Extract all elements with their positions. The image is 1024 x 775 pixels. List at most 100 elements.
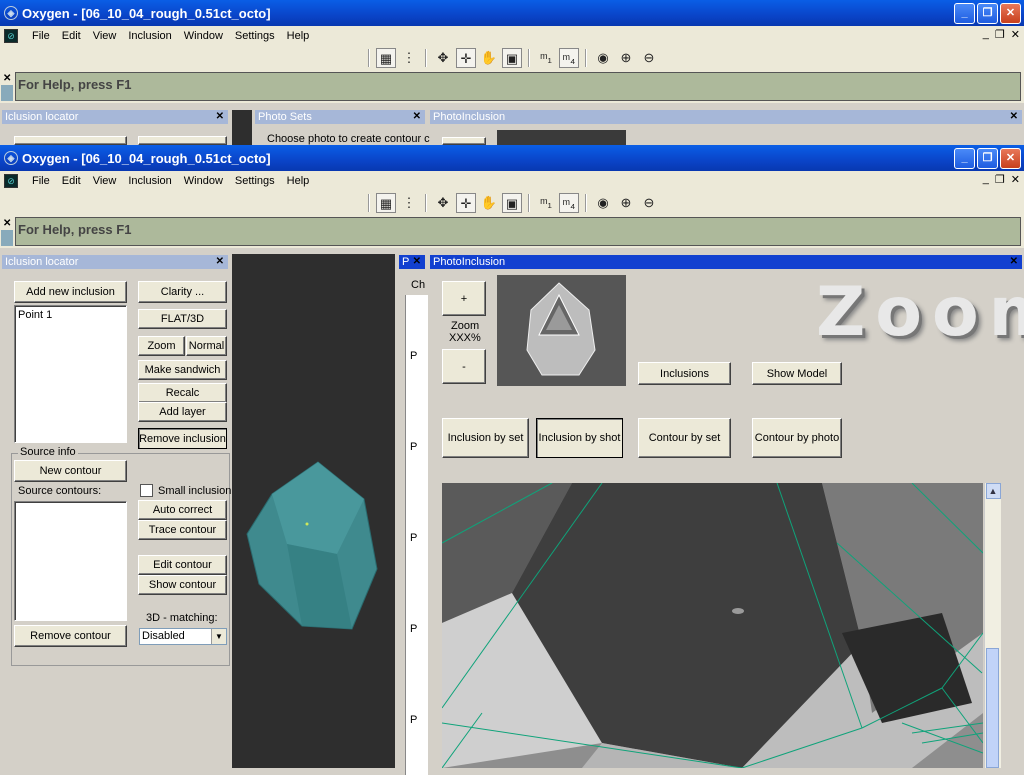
matching-select[interactable]: Disabled ▼ bbox=[139, 628, 227, 645]
contour-by-photo-button[interactable]: Contour by photo bbox=[752, 418, 842, 458]
zoom-in-icon[interactable]: ⊕ bbox=[616, 48, 636, 68]
show-model-button[interactable]: Show Model bbox=[752, 362, 842, 385]
close-icon[interactable]: ✕ bbox=[3, 73, 11, 84]
move-icon[interactable]: ✥ bbox=[433, 48, 453, 68]
measure-1-icon[interactable]: ᵐ₁ bbox=[536, 193, 556, 213]
close-icon[interactable]: ✕ bbox=[3, 218, 11, 229]
dots-icon[interactable]: ⋮ bbox=[399, 48, 419, 68]
add-layer-button[interactable]: Add layer bbox=[138, 402, 227, 422]
add-new-inclusion-button[interactable] bbox=[14, 136, 127, 145]
document-icon[interactable]: ⊘ bbox=[4, 28, 18, 43]
make-sandwich-button[interactable]: Make sandwich bbox=[138, 360, 227, 380]
inclusion-list[interactable]: Point 1 bbox=[14, 305, 127, 443]
close-icon[interactable]: ✕ bbox=[413, 110, 421, 124]
hand-icon[interactable]: ✋ bbox=[479, 193, 499, 213]
zoom-plus-button[interactable]: + bbox=[442, 281, 486, 316]
move-icon[interactable]: ✥ bbox=[433, 193, 453, 213]
remove-inclusion-button[interactable]: Remove inclusion bbox=[138, 428, 227, 449]
side-tab[interactable] bbox=[1, 85, 13, 101]
move-axis-icon[interactable]: ✛ bbox=[456, 193, 476, 213]
small-inclusion-checkbox[interactable] bbox=[140, 484, 153, 497]
show-contour-button[interactable]: Show contour bbox=[138, 575, 227, 595]
side-tab[interactable] bbox=[1, 230, 13, 246]
mdi-minimize-button[interactable]: _ bbox=[983, 28, 989, 41]
grid-icon[interactable]: ▦ bbox=[376, 193, 396, 213]
menu-settings[interactable]: Settings bbox=[229, 175, 281, 187]
add-new-inclusion-button[interactable]: Add new inclusion bbox=[14, 281, 127, 303]
photo-scrollbar[interactable]: ▲ bbox=[984, 483, 1001, 768]
back-title-bar[interactable]: ◈ Oxygen - [06_10_04_rough_0.51ct_octo] … bbox=[0, 0, 1024, 26]
menu-view[interactable]: View bbox=[87, 175, 123, 187]
menu-edit[interactable]: Edit bbox=[56, 175, 87, 187]
close-icon[interactable]: ✕ bbox=[413, 255, 421, 269]
diamond-thumbnail[interactable] bbox=[497, 275, 626, 386]
inclusion-by-shot-button[interactable]: Inclusion by shot bbox=[536, 418, 623, 458]
list-item[interactable]: P bbox=[410, 532, 417, 544]
list-item[interactable]: P bbox=[410, 714, 417, 726]
inclusion-by-set-button[interactable]: Inclusion by set bbox=[442, 418, 529, 458]
projector-icon[interactable]: ▣ bbox=[502, 193, 522, 213]
inclusions-button[interactable]: Inclusions bbox=[638, 362, 731, 385]
close-button[interactable]: ✕ bbox=[1000, 147, 1021, 169]
menu-file[interactable]: File bbox=[26, 30, 56, 42]
minimize-button[interactable]: _ bbox=[954, 147, 975, 169]
scroll-up-icon[interactable]: ▲ bbox=[985, 483, 1001, 499]
panel-header-inclusion-locator[interactable]: Iclusion locator ✕ bbox=[2, 255, 228, 269]
main-title-bar[interactable]: ◈ Oxygen - [06_10_04_rough_0.51ct_octo] … bbox=[0, 145, 1024, 171]
restore-button[interactable]: ❐ bbox=[977, 2, 998, 24]
zoom-in-icon[interactable]: ⊕ bbox=[616, 193, 636, 213]
zoom-out-icon[interactable]: ⊖ bbox=[639, 193, 659, 213]
panel-header-photo-inclusion[interactable]: PhotoInclusion ✕ bbox=[430, 255, 1022, 269]
panel-header-inclusion-locator[interactable]: Iclusion locator ✕ bbox=[2, 110, 228, 124]
clarity-button[interactable] bbox=[138, 136, 227, 145]
close-icon[interactable]: ✕ bbox=[216, 255, 224, 269]
photo-sets-list[interactable]: P P P P P bbox=[405, 295, 428, 775]
eye-icon[interactable]: ◉ bbox=[593, 48, 613, 68]
mdi-restore-button[interactable]: ❐ bbox=[995, 28, 1005, 41]
trace-contour-button[interactable]: Trace contour bbox=[138, 520, 227, 540]
zoom-out-icon[interactable]: ⊖ bbox=[639, 48, 659, 68]
scrollbar-thumb[interactable] bbox=[986, 648, 999, 768]
mdi-close-button[interactable]: ✕ bbox=[1011, 28, 1020, 41]
menu-help[interactable]: Help bbox=[281, 30, 316, 42]
close-icon[interactable]: ✕ bbox=[1010, 255, 1018, 269]
inclusion-photo[interactable] bbox=[442, 483, 983, 768]
recalc-button[interactable]: Recalc bbox=[138, 383, 227, 403]
list-item[interactable]: P bbox=[410, 623, 417, 635]
panel-header-photo-sets[interactable]: P ✕ bbox=[399, 255, 425, 269]
restore-button[interactable]: ❐ bbox=[977, 147, 998, 169]
measure-4-icon[interactable]: ᵐ₄ bbox=[559, 193, 579, 213]
list-item[interactable]: P bbox=[410, 441, 417, 453]
move-axis-icon[interactable]: ✛ bbox=[456, 48, 476, 68]
mdi-minimize-button[interactable]: _ bbox=[983, 173, 989, 186]
hand-icon[interactable]: ✋ bbox=[479, 48, 499, 68]
eye-icon[interactable]: ◉ bbox=[593, 193, 613, 213]
dots-icon[interactable]: ⋮ bbox=[399, 193, 419, 213]
menu-inclusion[interactable]: Inclusion bbox=[122, 30, 177, 42]
menu-window[interactable]: Window bbox=[178, 30, 229, 42]
new-contour-button[interactable]: New contour bbox=[14, 460, 127, 482]
measure-4-icon[interactable]: ᵐ₄ bbox=[559, 48, 579, 68]
measure-1-icon[interactable]: ᵐ₁ bbox=[536, 48, 556, 68]
zoom-minus-button[interactable]: - bbox=[442, 349, 486, 384]
menu-view[interactable]: View bbox=[87, 30, 123, 42]
mdi-close-button[interactable]: ✕ bbox=[1011, 173, 1020, 186]
menu-window[interactable]: Window bbox=[178, 175, 229, 187]
document-icon[interactable]: ⊘ bbox=[4, 173, 18, 188]
panel-header-photo-inclusion[interactable]: PhotoInclusion ✕ bbox=[430, 110, 1022, 124]
normal-button[interactable]: Normal bbox=[186, 336, 227, 356]
close-icon[interactable]: ✕ bbox=[216, 110, 224, 124]
chevron-down-icon[interactable]: ▼ bbox=[211, 629, 226, 644]
menu-inclusion[interactable]: Inclusion bbox=[122, 175, 177, 187]
menu-settings[interactable]: Settings bbox=[229, 30, 281, 42]
flat-3d-button[interactable]: FLAT/3D bbox=[138, 309, 227, 329]
model-3d-view[interactable] bbox=[232, 254, 395, 768]
mdi-restore-button[interactable]: ❐ bbox=[995, 173, 1005, 186]
projector-icon[interactable]: ▣ bbox=[502, 48, 522, 68]
remove-contour-button[interactable]: Remove contour bbox=[14, 625, 127, 647]
edit-contour-button[interactable]: Edit contour bbox=[138, 555, 227, 575]
panel-header-photo-sets[interactable]: Photo Sets ✕ bbox=[255, 110, 425, 124]
minimize-button[interactable]: _ bbox=[954, 2, 975, 24]
plus-button[interactable] bbox=[442, 137, 486, 145]
close-button[interactable]: ✕ bbox=[1000, 2, 1021, 24]
